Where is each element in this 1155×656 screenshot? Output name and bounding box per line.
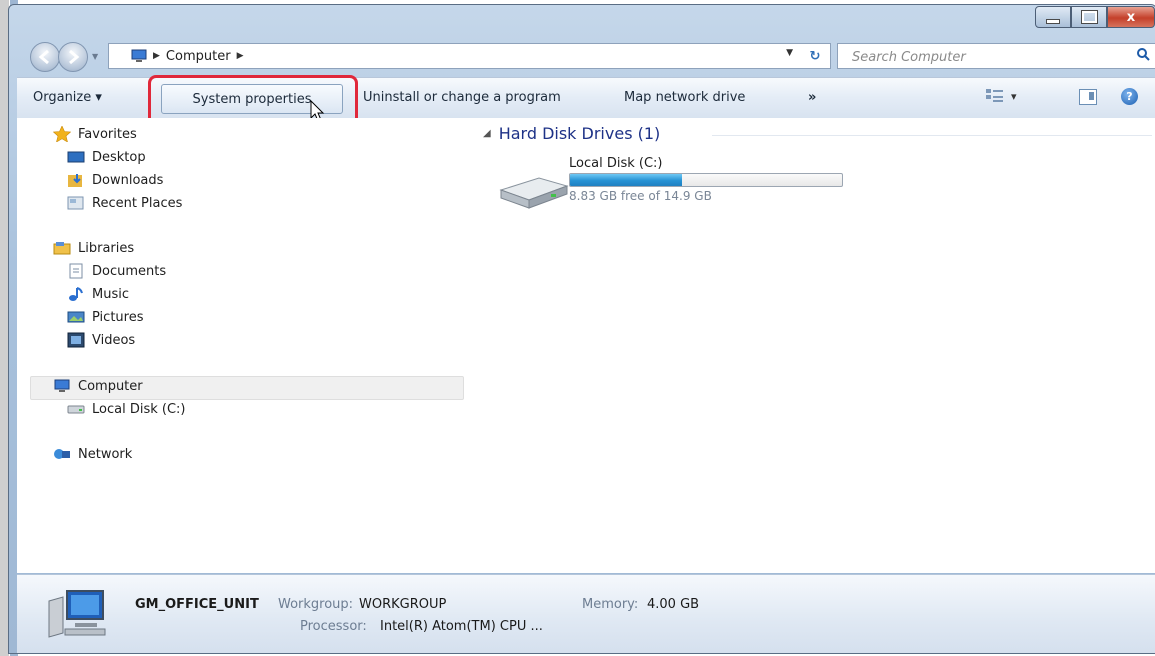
pictures-icon bbox=[67, 309, 85, 325]
preview-pane-icon[interactable] bbox=[1079, 89, 1097, 105]
maximize-button[interactable] bbox=[1071, 6, 1107, 28]
nav-videos-label: Videos bbox=[92, 332, 136, 348]
nav-network[interactable]: Network bbox=[53, 446, 132, 462]
nav-libraries[interactable]: Libraries bbox=[53, 240, 134, 256]
hard-disk-icon[interactable] bbox=[495, 170, 571, 216]
nav-desktop-label: Desktop bbox=[92, 149, 146, 165]
nav-local-disk[interactable]: Local Disk (C:) bbox=[67, 401, 185, 417]
refresh-icon: ↻ bbox=[809, 48, 821, 64]
nav-recent-places-label: Recent Places bbox=[92, 195, 183, 211]
view-dropdown-icon[interactable]: ▾ bbox=[1011, 90, 1017, 103]
computer-name: GM_OFFICE_UNIT bbox=[135, 597, 259, 612]
documents-icon bbox=[67, 263, 85, 279]
search-box[interactable] bbox=[837, 43, 1155, 69]
uninstall-program-button[interactable]: Uninstall or change a program bbox=[363, 90, 561, 105]
address-dropdown-icon[interactable]: ▼ bbox=[786, 48, 793, 58]
back-arrow-icon bbox=[38, 49, 49, 65]
nav-pictures[interactable]: Pictures bbox=[67, 309, 143, 325]
videos-icon bbox=[67, 332, 85, 348]
downloads-icon bbox=[67, 172, 85, 188]
group-header-label: Hard Disk Drives (1) bbox=[498, 124, 661, 143]
music-icon bbox=[67, 286, 85, 302]
search-input[interactable] bbox=[850, 46, 1124, 68]
forward-arrow-icon bbox=[69, 49, 80, 65]
view-options-icon bbox=[986, 89, 1003, 102]
libraries-icon bbox=[53, 240, 71, 256]
close-button[interactable]: x bbox=[1107, 6, 1155, 28]
nav-music[interactable]: Music bbox=[67, 286, 129, 302]
nav-downloads-label: Downloads bbox=[92, 172, 164, 188]
recent-places-icon bbox=[67, 195, 85, 211]
workgroup-label: Workgroup: bbox=[278, 597, 354, 612]
network-icon bbox=[53, 446, 71, 462]
nav-documents[interactable]: Documents bbox=[67, 263, 166, 279]
memory-value: 4.00 GB bbox=[647, 597, 700, 612]
recent-pages-dropdown[interactable]: ▼ bbox=[92, 52, 98, 61]
nav-music-label: Music bbox=[92, 286, 129, 302]
nav-network-label: Network bbox=[78, 446, 133, 462]
nav-recent-places[interactable]: Recent Places bbox=[67, 195, 182, 211]
drive-usage-fill bbox=[570, 174, 682, 186]
map-network-drive-button[interactable]: Map network drive bbox=[624, 90, 745, 105]
group-header-hard-disk-drives[interactable]: ◢ Hard Disk Drives (1) bbox=[483, 124, 660, 143]
minimize-button[interactable] bbox=[1035, 6, 1071, 28]
nav-favorites[interactable]: Favorites bbox=[53, 126, 137, 142]
desktop-icon bbox=[67, 149, 85, 165]
help-icon[interactable]: ? bbox=[1121, 88, 1138, 105]
window-caption-buttons: x bbox=[1035, 6, 1155, 28]
star-icon bbox=[53, 126, 71, 142]
nav-documents-label: Documents bbox=[92, 263, 167, 279]
memory-label: Memory: bbox=[582, 597, 639, 612]
navigation-pane: Favorites Desktop Downloads Recent Place… bbox=[17, 118, 466, 573]
drive-icon bbox=[67, 401, 85, 417]
breadcrumb-separator-icon[interactable]: ▶ bbox=[237, 51, 244, 61]
nav-desktop[interactable]: Desktop bbox=[67, 149, 146, 165]
nav-libraries-label: Libraries bbox=[78, 240, 135, 256]
nav-videos[interactable]: Videos bbox=[67, 332, 135, 348]
breadcrumb-separator-icon[interactable]: ▶ bbox=[153, 51, 160, 61]
workgroup-value: WORKGROUP bbox=[359, 597, 447, 612]
change-view-button[interactable]: ▾ bbox=[985, 88, 1017, 104]
details-pane: GM_OFFICE_UNIT Workgroup: WORKGROUP Memo… bbox=[17, 574, 1155, 653]
collapse-triangle-icon[interactable]: ◢ bbox=[483, 128, 491, 139]
computer-icon bbox=[131, 49, 147, 62]
nav-favorites-label: Favorites bbox=[78, 126, 137, 142]
command-bar: Organize ▾ System properties Uninstall o… bbox=[17, 75, 1155, 127]
nav-pictures-label: Pictures bbox=[92, 309, 144, 325]
computer-details-icon bbox=[48, 590, 106, 638]
close-icon: x bbox=[1126, 9, 1136, 25]
processor-label: Processor: bbox=[300, 619, 367, 634]
maximize-icon bbox=[1080, 10, 1098, 24]
nav-computer[interactable]: Computer bbox=[53, 378, 143, 394]
breadcrumb-computer[interactable]: Computer bbox=[166, 49, 231, 64]
content-area: Favorites Desktop Downloads Recent Place… bbox=[17, 118, 1155, 573]
processor-value: Intel(R) Atom(TM) CPU ... bbox=[380, 619, 543, 634]
drive-name[interactable]: Local Disk (C:) bbox=[569, 156, 662, 171]
more-commands-button[interactable]: » bbox=[808, 90, 816, 105]
computer-icon bbox=[53, 378, 71, 394]
nav-computer-label: Computer bbox=[78, 378, 143, 394]
nav-local-disk-label: Local Disk (C:) bbox=[92, 401, 186, 417]
forward-button[interactable] bbox=[58, 42, 88, 72]
minimize-icon bbox=[1046, 18, 1060, 24]
drive-usage-bar bbox=[569, 173, 843, 187]
nav-downloads[interactable]: Downloads bbox=[67, 172, 163, 188]
group-divider bbox=[712, 135, 1152, 136]
drive-free-space: 8.83 GB free of 14.9 GB bbox=[569, 189, 712, 203]
search-icon[interactable] bbox=[1136, 47, 1150, 61]
organize-menu[interactable]: Organize ▾ bbox=[33, 90, 102, 105]
address-bar[interactable]: ▶ Computer ▶ ▼ bbox=[108, 43, 802, 69]
refresh-button[interactable]: ↻ bbox=[800, 43, 831, 69]
back-button[interactable] bbox=[30, 42, 60, 72]
navigation-row: ▼ ▶ Computer ▶ ▼ ↻ bbox=[30, 40, 1155, 72]
